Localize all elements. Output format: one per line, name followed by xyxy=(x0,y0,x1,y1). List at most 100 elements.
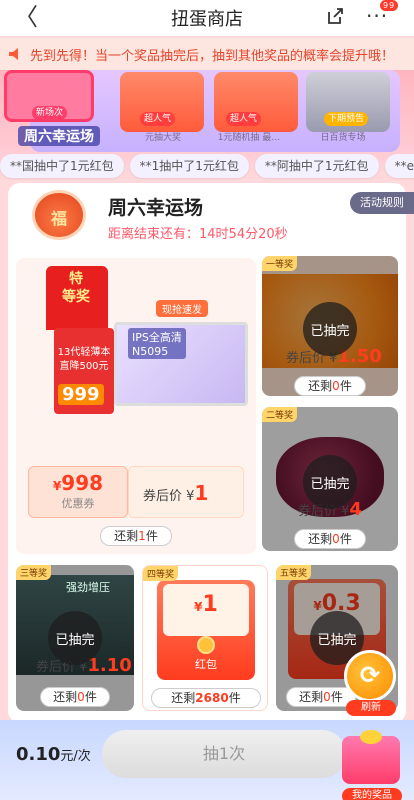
quick-ship-badge: 现抢速发 xyxy=(156,300,208,317)
countdown: 距离结束还有：14时54分20秒 xyxy=(108,223,288,242)
fu-icon: 福 xyxy=(32,190,86,240)
laptop-model: N5095 xyxy=(132,345,169,358)
after-coupon-value: 4 xyxy=(349,499,362,520)
refresh-label: 刷新 xyxy=(346,700,396,716)
sold-out-badge: 已抽完 xyxy=(48,611,102,665)
top-nav-bar: 〈 扭蛋商店 ··· 99 xyxy=(0,0,414,36)
speaker-icon xyxy=(9,48,18,60)
laptop-label: IPS全高清 N5095 xyxy=(128,328,186,359)
refresh-glyph: ⟳ xyxy=(359,661,381,689)
after-coupon-value: 1.10 xyxy=(87,655,132,676)
grade-badge: 二等奖 xyxy=(262,407,298,422)
fu-char: 福 xyxy=(50,209,67,228)
remaining-count: 还剩0件 xyxy=(40,687,110,707)
grade-badge: 一等奖 xyxy=(262,256,298,271)
promo-title: 13代轻薄本 xyxy=(57,347,111,358)
remaining-count: 还剩1件 xyxy=(100,526,172,546)
rules-button[interactable]: 活动规则 xyxy=(350,192,414,214)
remaining-num: 1 xyxy=(138,529,146,543)
ticker-item: **国抽中了1元红包 xyxy=(0,154,124,178)
countdown-value: 14时54分20秒 xyxy=(199,227,288,242)
refresh-button[interactable]: ⟳ 刷新 xyxy=(338,648,404,722)
prize-card-1[interactable]: 一等奖 已抽完 券后价 ¥1.50 还剩0件 xyxy=(262,256,398,396)
remaining-unit: 件 xyxy=(339,532,352,546)
remaining-label: 还剩 xyxy=(171,691,196,705)
prize-card-2[interactable]: 二等奖 已抽完 券后价 ¥4 还剩0件 xyxy=(262,407,398,551)
envelope-currency: ¥ xyxy=(313,599,322,613)
remaining-num: 0 xyxy=(323,690,331,704)
share-icon[interactable] xyxy=(325,6,345,26)
remaining-num: 0 xyxy=(77,690,85,704)
ticker-item: **1抽中了1元红包 xyxy=(129,154,249,178)
coupon-label: 优惠券 xyxy=(61,497,95,510)
remaining-num: 2680 xyxy=(195,691,229,705)
notice-bar: 先到先得！当一个奖品抽完后，抽到其他奖品的概率会提升哦！ xyxy=(0,38,414,70)
more-menu-icon[interactable]: ··· 99 xyxy=(366,0,399,28)
session-label-current[interactable]: 周六幸运场 xyxy=(18,126,100,146)
after-coupon-label: 券后价 ¥ xyxy=(143,489,195,504)
ticker-item: **e抽中了1元红 xyxy=(384,154,414,178)
price-per-draw: 0.10元/次 xyxy=(16,744,91,765)
grade-badge: 四等奖 xyxy=(143,566,179,581)
ticker-item: **阿抽中了1元红包 xyxy=(254,154,379,178)
envelope-value: 1 xyxy=(202,592,218,617)
remaining-label: 还剩 xyxy=(53,690,78,704)
winner-ticker: **国抽中了1元红包 **1抽中了1元红包 **阿抽中了1元红包 **e抽中了1… xyxy=(0,154,414,182)
session-tag: 下期预告 xyxy=(324,112,369,126)
remaining-label: 还剩 xyxy=(308,532,333,546)
promo-sub: 直降500元 xyxy=(59,361,109,372)
remaining-unit: 件 xyxy=(145,529,158,543)
coupon-amount: ¥998 xyxy=(29,471,127,495)
grand-promo-text: 13代轻薄本 直降500元 xyxy=(56,346,112,374)
session-title: 周六幸运场 xyxy=(108,197,204,219)
grade-badge: 五等奖 xyxy=(276,565,312,580)
my-prizes-label: 我的奖品 xyxy=(342,788,402,800)
remaining-unit: 件 xyxy=(228,691,241,705)
coin-icon xyxy=(197,636,215,654)
after-coupon-price: 券后价 ¥1 xyxy=(128,466,244,518)
envelope-amount: ¥1 xyxy=(143,592,267,617)
envelope-currency: ¥ xyxy=(194,600,203,614)
coupon-box: ¥998 优惠券 xyxy=(28,466,128,518)
prize-card-3[interactable]: 三等奖 强劲增压 已抽完 券后价 ¥1.10 还剩0件 xyxy=(16,565,134,711)
back-icon[interactable]: 〈 xyxy=(14,4,38,30)
notification-badge: 99 xyxy=(380,0,399,11)
session-tag: 新场次 xyxy=(32,106,68,120)
notice-text: 先到先得！当一个奖品抽完后，抽到其他奖品的概率会提升哦！ xyxy=(30,48,395,64)
remaining-num: 0 xyxy=(332,379,340,393)
panel-header: 福 周六幸运场 距离结束还有：14时54分20秒 xyxy=(16,183,406,247)
grade-badge: 三等奖 xyxy=(16,565,52,580)
gift-bow xyxy=(360,730,382,744)
remaining-count: 还剩0件 xyxy=(294,376,366,396)
session-caption: 日百货专场 xyxy=(320,133,366,143)
coupon-value: 998 xyxy=(61,471,104,495)
sold-out-badge: 已抽完 xyxy=(303,455,357,509)
session-caption: 1元随机抽 最… xyxy=(217,133,281,143)
product-image-text: 强劲增压 xyxy=(66,581,110,594)
remaining-unit: 件 xyxy=(339,379,352,393)
draw-once-button[interactable]: 抽1次 xyxy=(102,730,346,778)
sold-out-badge: 已抽完 xyxy=(303,302,357,356)
prize-card-4[interactable]: 四等奖 ¥1 红包 还剩2680件 xyxy=(142,565,268,711)
session-tag: 超人气 xyxy=(226,112,262,126)
remaining-label: 还剩 xyxy=(308,379,333,393)
my-prizes-button[interactable]: 我的奖品 xyxy=(336,730,408,800)
grand-promo-price: 999 xyxy=(58,384,104,405)
grand-flag-text: 特 等奖 xyxy=(62,271,90,305)
remaining-label: 还剩 xyxy=(114,529,139,543)
price-unit: 元/次 xyxy=(60,749,91,764)
page-title: 扭蛋商店 xyxy=(171,9,243,30)
after-coupon-value: 1 xyxy=(194,481,209,505)
remaining-unit: 件 xyxy=(84,690,97,704)
session-tag: 超人气 xyxy=(140,112,176,126)
price-value: 0.10 xyxy=(16,744,61,765)
remaining-count: 还剩0件 xyxy=(294,529,366,549)
session-caption: 元抽大奖 xyxy=(144,133,181,143)
laptop-label-main: IPS全高清 xyxy=(132,331,182,344)
envelope-label: 红包 xyxy=(195,658,217,671)
countdown-label: 距离结束还有： xyxy=(108,227,200,242)
remaining-num: 0 xyxy=(332,532,340,546)
refresh-icon: ⟳ xyxy=(344,650,396,702)
grand-prize-card[interactable]: 特 等奖 13代轻薄本 直降500元 999 现抢速发 IPS全高清 N5095 ¥… xyxy=(16,258,256,554)
remaining-label: 还剩 xyxy=(299,690,324,704)
